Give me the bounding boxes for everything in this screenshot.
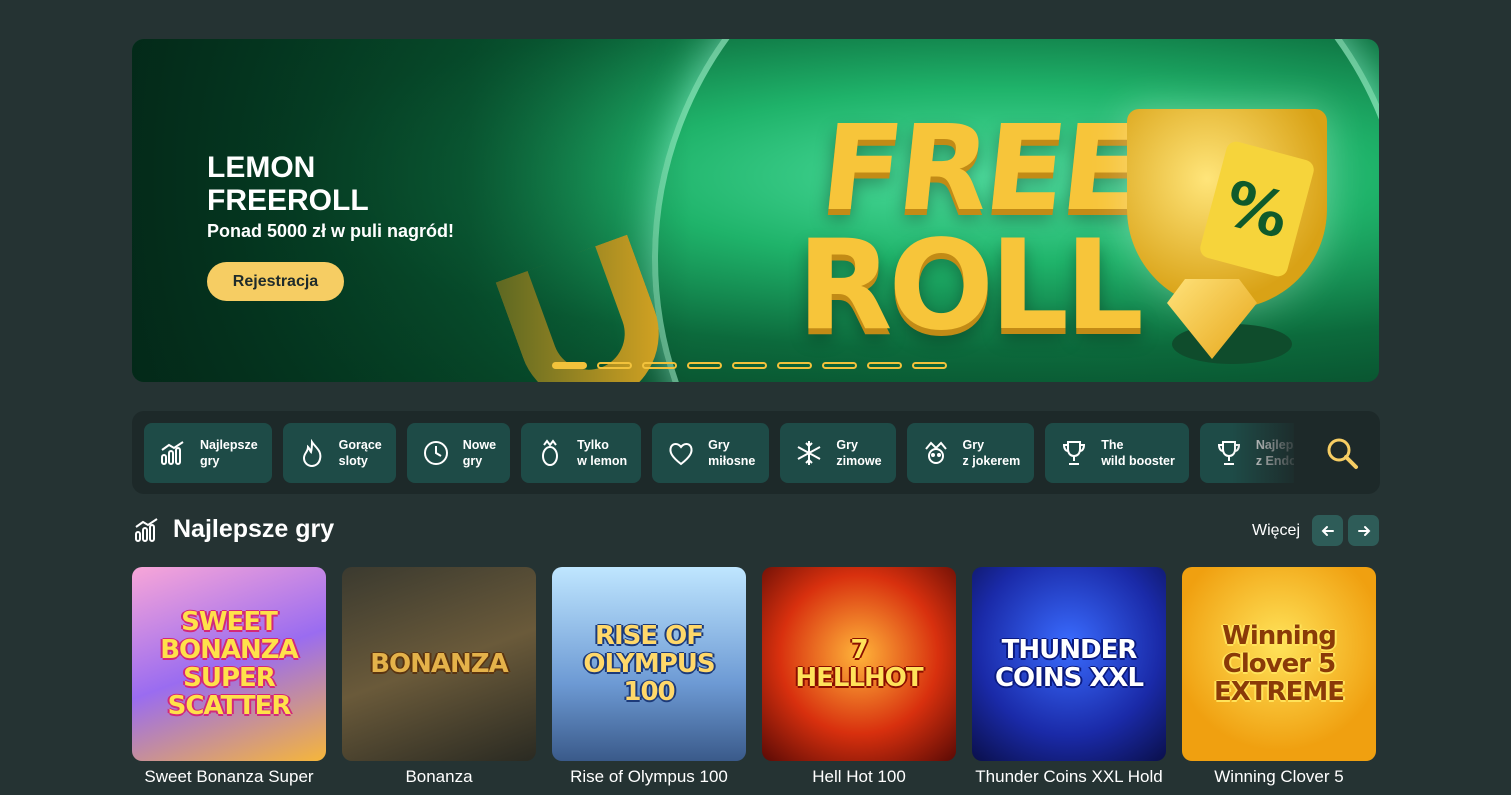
clock-icon [421,438,451,468]
game-art-text: THUNDER COINS XXL [994,635,1144,693]
carousel-dot[interactable] [597,362,632,369]
banner-title-line1: LEMON [207,151,316,184]
section-title: Najlepsze gry [173,515,335,543]
carousel-dot[interactable] [777,362,812,369]
section-header: Najlepsze gry [133,515,334,544]
register-button[interactable]: Rejestracja [207,262,344,301]
flame-icon [297,438,327,468]
bar-chart-icon [135,517,158,542]
heart-icon [666,438,696,468]
category-1[interactable]: Najlepsze gry [144,423,272,483]
game-thumbnail[interactable]: BONANZA [342,567,536,761]
carousel-dot[interactable] [912,362,947,369]
bar-chart-icon [158,438,188,468]
game-name[interactable]: Rise of Olympus 100 [552,767,746,787]
game-art-text: RISE OF OLYMPUS 100 [583,621,715,707]
search-icon [1327,438,1358,469]
game-art-text: SWEET BONANZA SUPER SCATTER [160,607,299,721]
game-name[interactable]: Hell Hot 100 [762,767,956,787]
more-link[interactable]: Więcej [1252,522,1300,540]
game-card[interactable]: RISE OF OLYMPUS 100 Rise of Olympus 100 [552,567,746,787]
games-row: SWEET BONANZA SUPER SCATTER Sweet Bonanza… [132,567,1376,787]
carousel-dot[interactable] [687,362,722,369]
arrow-left-icon [1321,525,1334,536]
category-label: Tylko w lemon [577,438,628,468]
carousel-dot[interactable] [642,362,677,369]
game-thumbnail[interactable]: THUNDER COINS XXL [972,567,1166,761]
category-2[interactable]: Gorące sloty [282,423,396,483]
category-label: Najlepsze gry [200,438,258,468]
category-6[interactable]: Gry zimowe [780,423,896,483]
game-thumbnail[interactable]: 7 HELLHOT [762,567,956,761]
category-fade [1232,423,1302,483]
prev-button[interactable] [1312,515,1343,546]
banner-art-roll: ROLL [797,214,1144,358]
game-name[interactable]: Sweet Bonanza Super [132,767,326,787]
category-4[interactable]: Tylko w lemon [521,423,642,483]
carousel-dot[interactable] [867,362,902,369]
category-3[interactable]: Nowe gry [406,423,511,483]
category-label: Gry z jokerem [962,438,1021,468]
trophy-icon [1059,438,1089,468]
game-card[interactable]: 7 HELLHOT Hell Hot 100 [762,567,956,787]
game-thumbnail[interactable]: SWEET BONANZA SUPER SCATTER [132,567,326,761]
arrow-right-icon [1357,525,1370,536]
game-art-text: 7 HELLHOT [795,635,923,693]
game-name[interactable]: Winning Clover 5 [1182,767,1376,787]
category-7[interactable]: Gry z jokerem [906,423,1035,483]
category-label: Nowe gry [462,438,497,468]
carousel-dot[interactable] [732,362,767,369]
carousel-dot[interactable] [822,362,857,369]
banner-title: LEMON FREEROLL [207,151,454,217]
carousel-dots [552,362,947,369]
game-name[interactable]: Bonanza [342,767,536,787]
game-thumbnail[interactable]: Winning Clover 5 EXTREME [1182,567,1376,761]
game-art-text: Winning Clover 5 EXTREME [1214,621,1345,707]
category-list: Najlepsze gry Gorące sloty Nowe gry Tylko w… [144,423,1294,483]
snowflake-icon [794,438,824,468]
lemon-crown-icon [535,438,565,468]
game-thumbnail[interactable]: RISE OF OLYMPUS 100 [552,567,746,761]
category-5[interactable]: Gry miłosne [652,423,770,483]
game-art-text: BONANZA [370,649,509,679]
banner-title-line2: FREEROLL [207,184,369,217]
promo-banner[interactable]: FREE ROLL % LEMON FREEROLL Ponad 5000 zł… [132,39,1379,382]
next-button[interactable] [1348,515,1379,546]
category-label: Gry miłosne [708,438,756,468]
game-name[interactable]: Thunder Coins XXL Hold [972,767,1166,787]
banner-text: LEMON FREEROLL Ponad 5000 zł w puli nagr… [207,151,454,242]
category-label: Gorące sloty [338,438,382,468]
game-card[interactable]: THUNDER COINS XXL Thunder Coins XXL Hold [972,567,1166,787]
category-label: Gry zimowe [836,438,882,468]
search-button[interactable] [1324,435,1360,471]
category-label: The wild booster [1101,438,1175,468]
game-card[interactable]: BONANZA Bonanza [342,567,536,787]
banner-subtitle: Ponad 5000 zł w puli nagród! [207,221,455,241]
category-8[interactable]: The wild booster [1045,423,1189,483]
game-card[interactable]: Winning Clover 5 EXTREME Winning Clover 5 [1182,567,1376,787]
category-bar: Najlepsze gry Gorące sloty Nowe gry Tylko w… [132,411,1380,494]
carousel-dot[interactable] [552,362,587,369]
game-card[interactable]: SWEET BONANZA SUPER SCATTER Sweet Bonanza… [132,567,326,787]
joker-icon [921,438,951,468]
